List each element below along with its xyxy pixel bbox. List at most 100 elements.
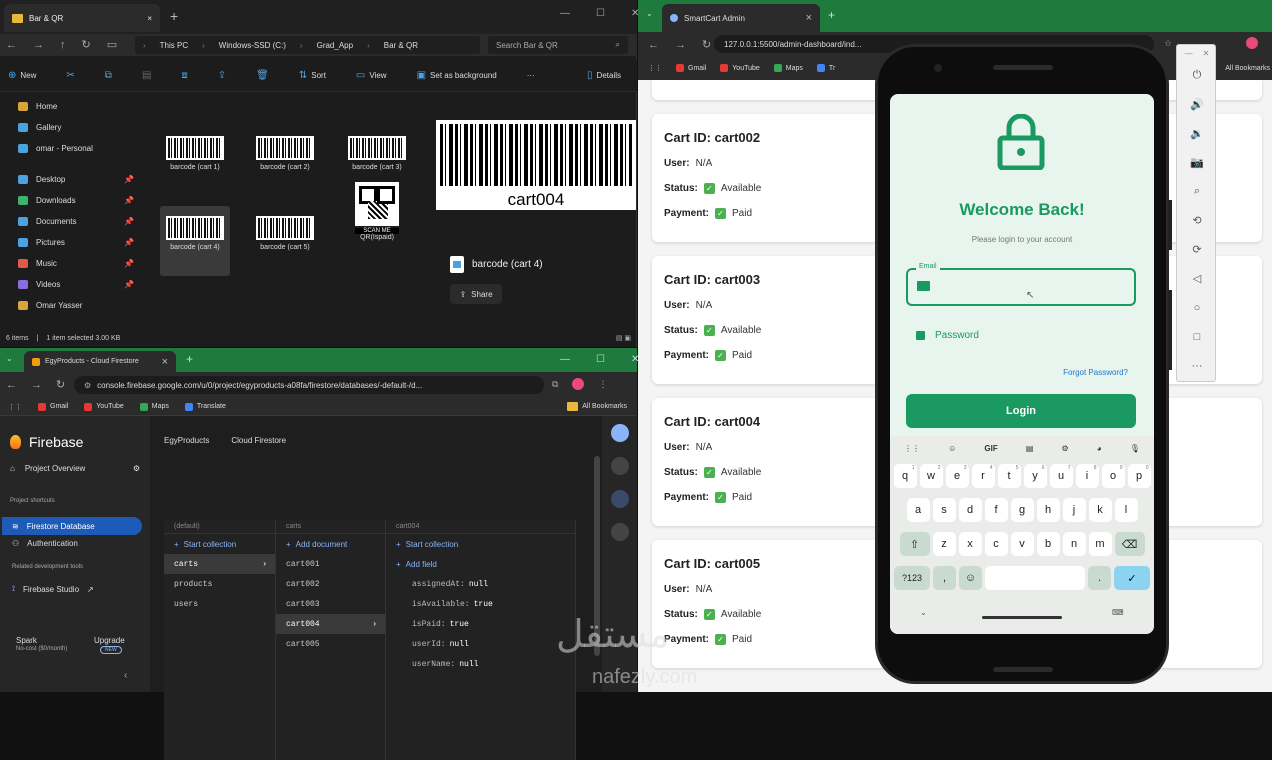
- hide-keyboard-icon[interactable]: ⌄: [920, 608, 927, 617]
- keyboard-switch-icon[interactable]: ⌨: [1112, 608, 1124, 617]
- list-item[interactable]: cart002: [276, 574, 385, 594]
- key-i[interactable]: i8: [1075, 464, 1099, 488]
- share-icon[interactable]: ⇪: [218, 70, 226, 81]
- email-field[interactable]: Email ↖: [906, 263, 1136, 306]
- account-avatar[interactable]: [610, 424, 629, 442]
- project-overview-link[interactable]: ⌂ Project Overview ⚙: [10, 464, 140, 473]
- gemini-icon[interactable]: [610, 490, 629, 508]
- bookmark-translate[interactable]: Translate: [184, 402, 226, 411]
- file-item[interactable]: barcode (cart 2): [250, 126, 320, 196]
- key-j[interactable]: j: [1062, 498, 1086, 522]
- nav-firebase-studio[interactable]: ⟟ Firebase Studio ↗: [12, 584, 94, 594]
- minimize-icon[interactable]: —: [560, 8, 570, 19]
- reload-icon[interactable]: ↻: [56, 378, 65, 391]
- key-g[interactable]: g: [1010, 498, 1034, 522]
- overview-icon[interactable]: □: [1177, 322, 1217, 351]
- profile-avatar[interactable]: [572, 378, 585, 390]
- comma-key[interactable]: ,: [933, 566, 956, 590]
- file-item[interactable]: barcode (cart 1): [160, 126, 230, 196]
- refresh-icon[interactable]: ↻: [82, 38, 91, 51]
- explorer-search-input[interactable]: Search Bar & QR ⌕: [488, 36, 628, 54]
- start-collection-button[interactable]: + Start collection: [164, 534, 275, 554]
- profile-avatar[interactable]: [1246, 37, 1259, 49]
- forgot-password-link[interactable]: Forgot Password?: [890, 368, 1128, 377]
- zoom-icon[interactable]: ⌕: [1177, 177, 1217, 206]
- key-t[interactable]: t5: [997, 464, 1021, 488]
- sidebar-item-4[interactable]: Downloads 📌: [0, 190, 144, 211]
- key-d[interactable]: d: [958, 498, 982, 522]
- key-k[interactable]: k: [1088, 498, 1112, 522]
- key-q[interactable]: q1: [893, 464, 917, 488]
- maximize-icon[interactable]: ☐: [596, 354, 605, 365]
- sidebar-item-2[interactable]: omar - Personal: [0, 138, 144, 159]
- breadcrumb-item[interactable]: Grad_App: [317, 41, 353, 50]
- sticker-icon[interactable]: ☺: [948, 444, 956, 453]
- key-p[interactable]: p0: [1127, 464, 1151, 488]
- list-item[interactable]: carts ›: [164, 554, 275, 574]
- start-collection-button[interactable]: + Start collection: [386, 534, 575, 554]
- home-icon[interactable]: ○: [1177, 293, 1217, 322]
- sidebar-item-7[interactable]: Music 📌: [0, 253, 144, 274]
- sidebar-item-5[interactable]: Documents 📌: [0, 211, 144, 232]
- space-key[interactable]: [985, 566, 1085, 590]
- key-f[interactable]: f: [984, 498, 1008, 522]
- field-row[interactable]: isAvailable: true: [386, 594, 575, 614]
- rotate-right-icon[interactable]: ⟳: [1177, 235, 1217, 264]
- bookmark-maps[interactable]: Maps: [139, 402, 169, 411]
- extension-icon[interactable]: ⧉: [552, 379, 558, 390]
- nav-firestore-database[interactable]: ≋ Firestore Database: [2, 517, 142, 535]
- backspace-key[interactable]: ⌫: [1114, 532, 1145, 556]
- list-item[interactable]: products: [164, 574, 275, 594]
- sidebar-item-0[interactable]: Home: [0, 96, 144, 117]
- breadcrumb-item[interactable]: Bar & QR: [384, 41, 418, 50]
- gesture-bar[interactable]: [982, 616, 1062, 619]
- sidebar-item-8[interactable]: Videos 📌: [0, 274, 144, 295]
- sort-button[interactable]: ⇅ Sort: [299, 70, 326, 81]
- volume-up-icon[interactable]: 🔊: [1177, 90, 1217, 119]
- file-item[interactable]: barcode (cart 5): [250, 206, 320, 276]
- power-icon[interactable]: ⏻: [1177, 61, 1217, 90]
- list-item[interactable]: cart005: [276, 634, 385, 654]
- new-tab-button[interactable]: +: [828, 8, 835, 22]
- login-button[interactable]: Login: [906, 394, 1136, 428]
- firebase-address-bar[interactable]: ⚙ console.firebase.google.com/u/0/projec…: [74, 376, 544, 394]
- firebase-tab[interactable]: EgyProducts - Cloud Firestore ×: [24, 351, 176, 372]
- list-item[interactable]: cart004 ›: [276, 614, 385, 634]
- layout-toggle-icons[interactable]: ▤ ▣: [616, 334, 631, 342]
- maximize-icon[interactable]: ☐: [596, 8, 605, 19]
- field-row[interactable]: userId: null: [386, 634, 575, 654]
- emoji-key[interactable]: ☺: [959, 566, 982, 590]
- back-icon[interactable]: ◁: [1177, 264, 1217, 293]
- key-z[interactable]: z: [932, 532, 956, 556]
- enter-key[interactable]: ✓: [1114, 566, 1150, 590]
- reload-icon[interactable]: ↻: [702, 38, 711, 51]
- more-icon[interactable]: ···: [527, 71, 535, 80]
- shift-key[interactable]: ⇧: [899, 532, 930, 556]
- firebase-logo[interactable]: Firebase: [10, 434, 83, 450]
- clipboard-icon[interactable]: ▤: [1026, 444, 1034, 453]
- key-b[interactable]: b: [1036, 532, 1060, 556]
- breadcrumb-item[interactable]: Windows-SSD (C:): [219, 41, 286, 50]
- project-selector[interactable]: EgyProducts: [164, 436, 209, 445]
- admin-tab[interactable]: SmartCart Admin ×: [662, 4, 820, 32]
- details-button[interactable]: ▯ Details: [587, 70, 621, 81]
- delete-icon[interactable]: 🗑: [256, 70, 269, 81]
- help-icon[interactable]: [610, 523, 629, 541]
- bookmark-translate[interactable]: Tr: [816, 64, 835, 72]
- minimize-icon[interactable]: —: [560, 354, 570, 365]
- apps-icon[interactable]: ⋮⋮: [648, 64, 662, 72]
- key-l[interactable]: l: [1114, 498, 1138, 522]
- set-background-button[interactable]: ▣ Set as background: [417, 70, 497, 81]
- key-y[interactable]: y6: [1023, 464, 1047, 488]
- gif-button[interactable]: GIF: [984, 444, 997, 453]
- key-v[interactable]: v: [1010, 532, 1034, 556]
- key-r[interactable]: r4: [971, 464, 995, 488]
- file-item[interactable]: SCAN ME QR(Ispaid): [342, 176, 412, 276]
- key-w[interactable]: w2: [919, 464, 943, 488]
- forward-arrow-icon[interactable]: →: [33, 39, 44, 51]
- new-button[interactable]: ⊕ New: [8, 70, 36, 81]
- rotate-left-icon[interactable]: ⟲: [1177, 206, 1217, 235]
- palette-icon[interactable]: ◕: [1097, 444, 1102, 453]
- breadcrumb[interactable]: › This PC › Windows-SSD (C:) › Grad_App …: [135, 36, 480, 54]
- all-bookmarks[interactable]: All Bookmarks: [1225, 65, 1270, 72]
